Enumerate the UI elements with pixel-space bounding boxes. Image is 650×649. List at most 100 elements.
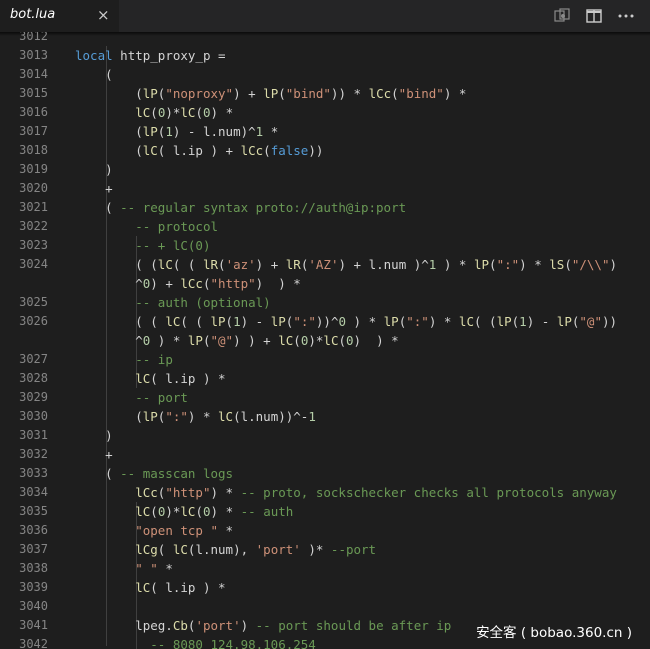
line-number: 3038 [19, 561, 48, 575]
code-text: (lP(":") * lC(l.num))^-1 [75, 407, 316, 426]
code-line[interactable]: 3023 -- + lC(0) [0, 236, 650, 255]
code-token: "http" [165, 485, 211, 500]
code-token: ( ( [180, 314, 211, 329]
code-token: ( [195, 504, 203, 519]
code-line[interactable]: 3014 ( [0, 65, 650, 84]
code-line[interactable]: 3031 ) [0, 426, 650, 445]
code-token: -- auth (optional) [135, 295, 271, 310]
code-token: ( [75, 86, 143, 101]
code-token: -- ip [135, 352, 173, 367]
code-line[interactable]: 3040 [0, 597, 650, 616]
code-line[interactable]: 3029 -- port [0, 388, 650, 407]
code-line[interactable]: ^0 ) * lP("@") ) + lC(0)*lC(0) ) * [0, 331, 650, 350]
code-token: ) * [519, 257, 550, 272]
code-token: ^ [75, 276, 143, 291]
code-text: -- protocol [75, 217, 218, 236]
code-token: ( [202, 333, 211, 348]
code-token: ) + [255, 257, 286, 272]
code-token: "noproxy" [165, 86, 234, 101]
code-token: ) + [233, 86, 264, 101]
code-token: ) - l.num)^ [172, 124, 256, 139]
split-editor-icon[interactable] [584, 6, 604, 26]
code-token: false [270, 143, 309, 158]
code-line[interactable]: 3038 " " * [0, 559, 650, 578]
code-line[interactable]: 3034 lCc("http") * -- proto, sockschecke… [0, 483, 650, 502]
code-token: ( [75, 200, 121, 215]
tab-bot-lua[interactable]: bot.lua × [0, 0, 119, 32]
code-line[interactable]: 3033 ( -- masscan logs [0, 464, 650, 483]
code-token: 1 [165, 124, 173, 139]
code-line[interactable]: 3030 (lP(":") * lC(l.num))^-1 [0, 407, 650, 426]
code-line[interactable]: 3037 lCg( lC(l.num), 'port' )* --port [0, 540, 650, 559]
code-line[interactable]: 3036 "open tcp " * [0, 521, 650, 540]
close-icon[interactable]: × [97, 6, 110, 24]
code-token: lC [172, 542, 188, 557]
code-line[interactable]: 3017 (lP(1) - l.num)^1 * [0, 122, 650, 141]
code-line[interactable]: 3016 lC(0)*lC(0) * [0, 103, 650, 122]
code-token: "bind" [285, 86, 331, 101]
line-number: 3028 [19, 371, 48, 385]
line-number: 3039 [19, 580, 48, 594]
code-token: "open tcp " [135, 523, 219, 538]
code-token: ) ) * [353, 333, 399, 348]
code-line[interactable]: 3021 ( -- regular syntax proto://auth@ip… [0, 198, 650, 217]
code-text: ( -- regular syntax proto://auth@ip:port [75, 198, 406, 217]
code-token: ( [293, 333, 301, 348]
code-token: ) + l.num )^ [338, 257, 429, 272]
code-line[interactable]: 3027 -- ip [0, 350, 650, 369]
code-line[interactable]: ^0) + lCc("http") ) * [0, 274, 650, 293]
code-text: -- + lC(0) [75, 236, 210, 255]
code-line[interactable]: 3026 ( ( lC( ( lP(1) - lP(":"))^0 ) * lP… [0, 312, 650, 331]
code-token: -- port should be after ip [255, 618, 452, 633]
code-line[interactable]: 3032 + [0, 445, 650, 464]
watermark: 安全客 ( bobao.360.cn ) [474, 621, 634, 641]
code-token: lC [165, 314, 181, 329]
code-text: lC( l.ip ) * [75, 369, 225, 388]
line-number: 3024 [19, 257, 48, 271]
code-token: ) [75, 428, 113, 443]
code-token: -- masscan logs [120, 466, 234, 481]
code-line[interactable]: 3012 [0, 32, 650, 46]
line-number: 3041 [19, 618, 48, 632]
code-token: http_proxy_p = [112, 48, 226, 63]
code-line[interactable]: 3039 lC( l.ip ) * [0, 578, 650, 597]
code-token: " " [135, 561, 158, 576]
code-token: * [157, 561, 173, 576]
code-token: ^ [75, 333, 143, 348]
code-line[interactable]: 3019 ) [0, 160, 650, 179]
line-number: 3037 [19, 542, 48, 556]
code-token: lC [278, 333, 294, 348]
code-line[interactable]: 3020 + [0, 179, 650, 198]
line-number: 3034 [19, 485, 48, 499]
code-line[interactable]: 3035 lC(0)*lC(0) * -- auth [0, 502, 650, 521]
code-line[interactable]: 3028 lC( l.ip ) * [0, 369, 650, 388]
code-token: ( [225, 314, 234, 329]
code-token: "http" [210, 276, 256, 291]
code-token: Cb [172, 618, 188, 633]
code-line[interactable]: 3015 (lP("noproxy") + lP("bind")) * lCc(… [0, 84, 650, 103]
code-line[interactable]: 3022 -- protocol [0, 217, 650, 236]
code-token: lC [157, 257, 173, 272]
code-line[interactable]: 3018 (lC( l.ip ) + lCc(false)) [0, 141, 650, 160]
code-token: lCc [180, 276, 203, 291]
line-number: 3033 [19, 466, 48, 480]
code-token: )) [601, 314, 618, 329]
code-text: ( (lC( ( lR('az') + lR('AZ') + l.num )^1… [75, 255, 617, 274]
line-number: 3013 [19, 48, 48, 62]
code-line[interactable]: 3013 local http_proxy_p = [0, 46, 650, 65]
code-token: + [75, 447, 113, 462]
code-line[interactable]: 3025 -- auth (optional) [0, 293, 650, 312]
line-number: 3018 [19, 143, 48, 157]
code-editor[interactable]: 3012 3013 local http_proxy_p = 3014 (3015 (… [0, 32, 650, 649]
code-token: ":" [293, 314, 316, 329]
code-token: lP [187, 333, 203, 348]
open-changes-icon[interactable] [552, 6, 572, 26]
code-line[interactable]: 3024 ( (lC( ( lR('az') + lR('AZ') + l.nu… [0, 255, 650, 274]
code-token: lC [135, 580, 151, 595]
more-actions-icon[interactable] [616, 6, 636, 26]
code-token: ( [75, 466, 121, 481]
code-token: (l.num))^- [233, 409, 309, 424]
code-text: + [75, 445, 113, 464]
